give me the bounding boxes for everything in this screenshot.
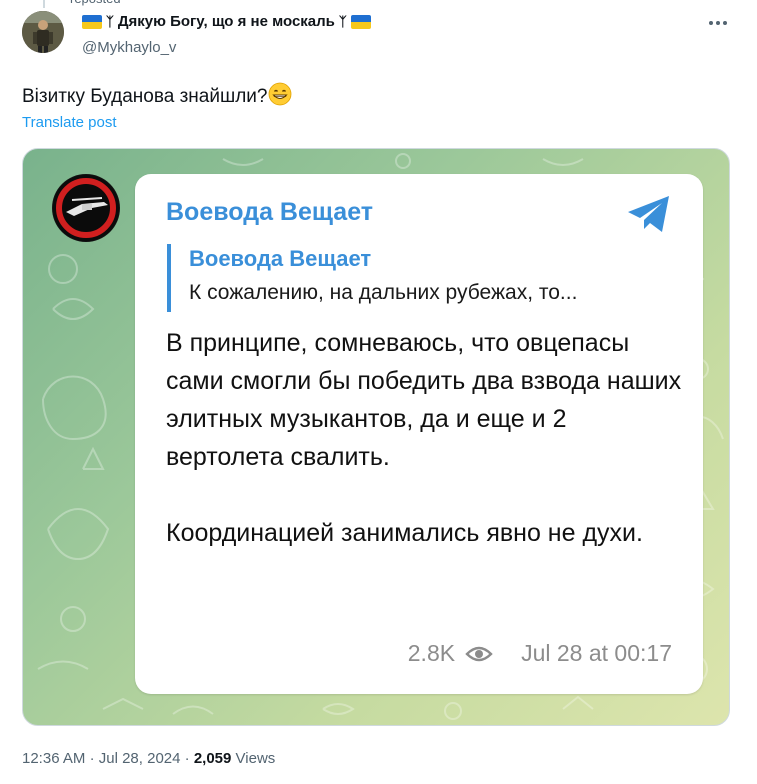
translate-post-link[interactable]: Translate post	[22, 114, 117, 131]
post-text-content: Візитку Буданова знайшли?	[22, 86, 268, 108]
channel-name: Воевода Вещает	[166, 198, 374, 226]
post-time[interactable]: 12:36 AM	[22, 750, 85, 767]
view-count: 2.8K	[407, 640, 456, 666]
views-count: 2,059	[193, 750, 232, 767]
message-body: В принципе, сомневаюсь, что овцепасы сам…	[166, 324, 686, 552]
separator-dot: ·	[184, 750, 194, 767]
telegram-message-card: Воевода Вещает Воевода Вещает К сожалени…	[135, 174, 703, 694]
grin-emoji-icon	[268, 82, 292, 112]
thread-line	[43, 0, 45, 8]
repost-note-text: reposted	[70, 0, 121, 6]
attached-image[interactable]: Воевода Вещает Воевода Вещает К сожалени…	[22, 148, 730, 726]
post-text: Візитку Буданова знайшли?	[22, 82, 292, 112]
post-date[interactable]: Jul 28, 2024	[99, 750, 181, 767]
message-timestamp: Jul 28 at 00:17	[521, 640, 672, 666]
eye-icon	[465, 646, 493, 661]
message-paragraph-2: Координацией занимались явно не духи.	[166, 519, 643, 547]
more-options-button[interactable]	[706, 11, 730, 35]
ukraine-flag-icon	[82, 14, 102, 29]
reply-quote: Воевода Вещает К сожалению, на дальних р…	[167, 244, 681, 312]
trident-icon: ᛉ	[338, 14, 347, 29]
post-footer: 12:36 AM · Jul 28, 2024 · 2,059 Views	[22, 750, 275, 767]
ukraine-flag-icon	[350, 14, 371, 29]
repost-note: reposted	[70, 0, 121, 6]
trident-icon: ᛉ	[106, 14, 114, 29]
telegram-logo-icon	[628, 196, 669, 232]
display-name-text: Дякую Богу, що я не москаль	[117, 13, 335, 30]
more-icon	[709, 21, 727, 25]
avatar[interactable]	[22, 11, 64, 53]
display-name[interactable]: ᛉ Дякую Богу, що я не москаль ᛉ	[82, 13, 371, 30]
quote-channel-name: Воевода Вещает	[189, 246, 372, 271]
views-label: Views	[235, 750, 276, 767]
user-handle[interactable]: @Mykhaylo_v	[82, 39, 176, 56]
message-paragraph-1: В принципе, сомневаюсь, что овцепасы сам…	[166, 329, 682, 471]
channel-logo	[52, 174, 120, 242]
separator-dot: ·	[89, 750, 99, 767]
quote-text: К сожалению, на дальних рубежах, то...	[189, 281, 578, 304]
message-meta: 2.8K Jul 28 at 00:17	[408, 640, 672, 667]
